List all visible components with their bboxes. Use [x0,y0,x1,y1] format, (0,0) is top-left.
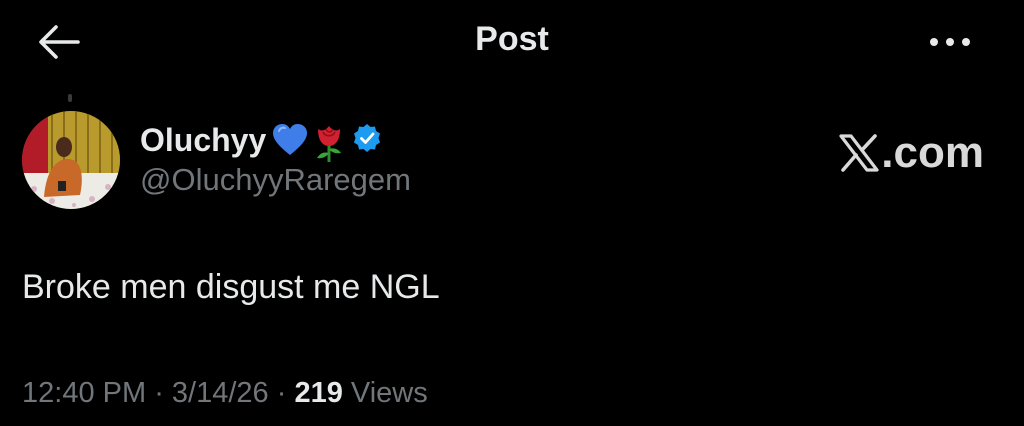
post-meta: 12:40 PM · 3/14/26 · 219 Views [22,377,428,410]
blue-heart-icon [272,123,308,157]
meta-separator: · [268,377,295,409]
watermark-domain: .com [881,128,984,177]
x-watermark: .com [839,128,984,178]
avatar-image [22,111,120,209]
views-label[interactable]: Views [343,377,428,410]
display-name[interactable]: Oluchyy [140,122,266,159]
post-date[interactable]: 3/14/26 [172,377,269,410]
author-name-row: Oluchyy [140,118,386,162]
rose-icon [312,123,346,162]
more-icon [930,38,970,46]
post-text: Broke men disgust me NGL [22,268,440,306]
x-logo-icon [839,134,879,172]
thread-connector [68,94,72,102]
page-title: Post [475,20,549,58]
more-options-button[interactable] [926,30,974,54]
post-time[interactable]: 12:40 PM [22,377,146,410]
meta-separator: · [146,377,172,409]
arrow-left-icon [39,25,80,59]
post-page: Post Oluchyy @OluchyyRaregem .com Broke … [0,0,1024,426]
author-handle[interactable]: @OluchyyRaregem [140,162,411,198]
views-count[interactable]: 219 [294,377,342,410]
verified-badge-icon[interactable] [352,123,386,157]
avatar[interactable] [22,111,120,209]
back-button[interactable] [36,24,80,60]
